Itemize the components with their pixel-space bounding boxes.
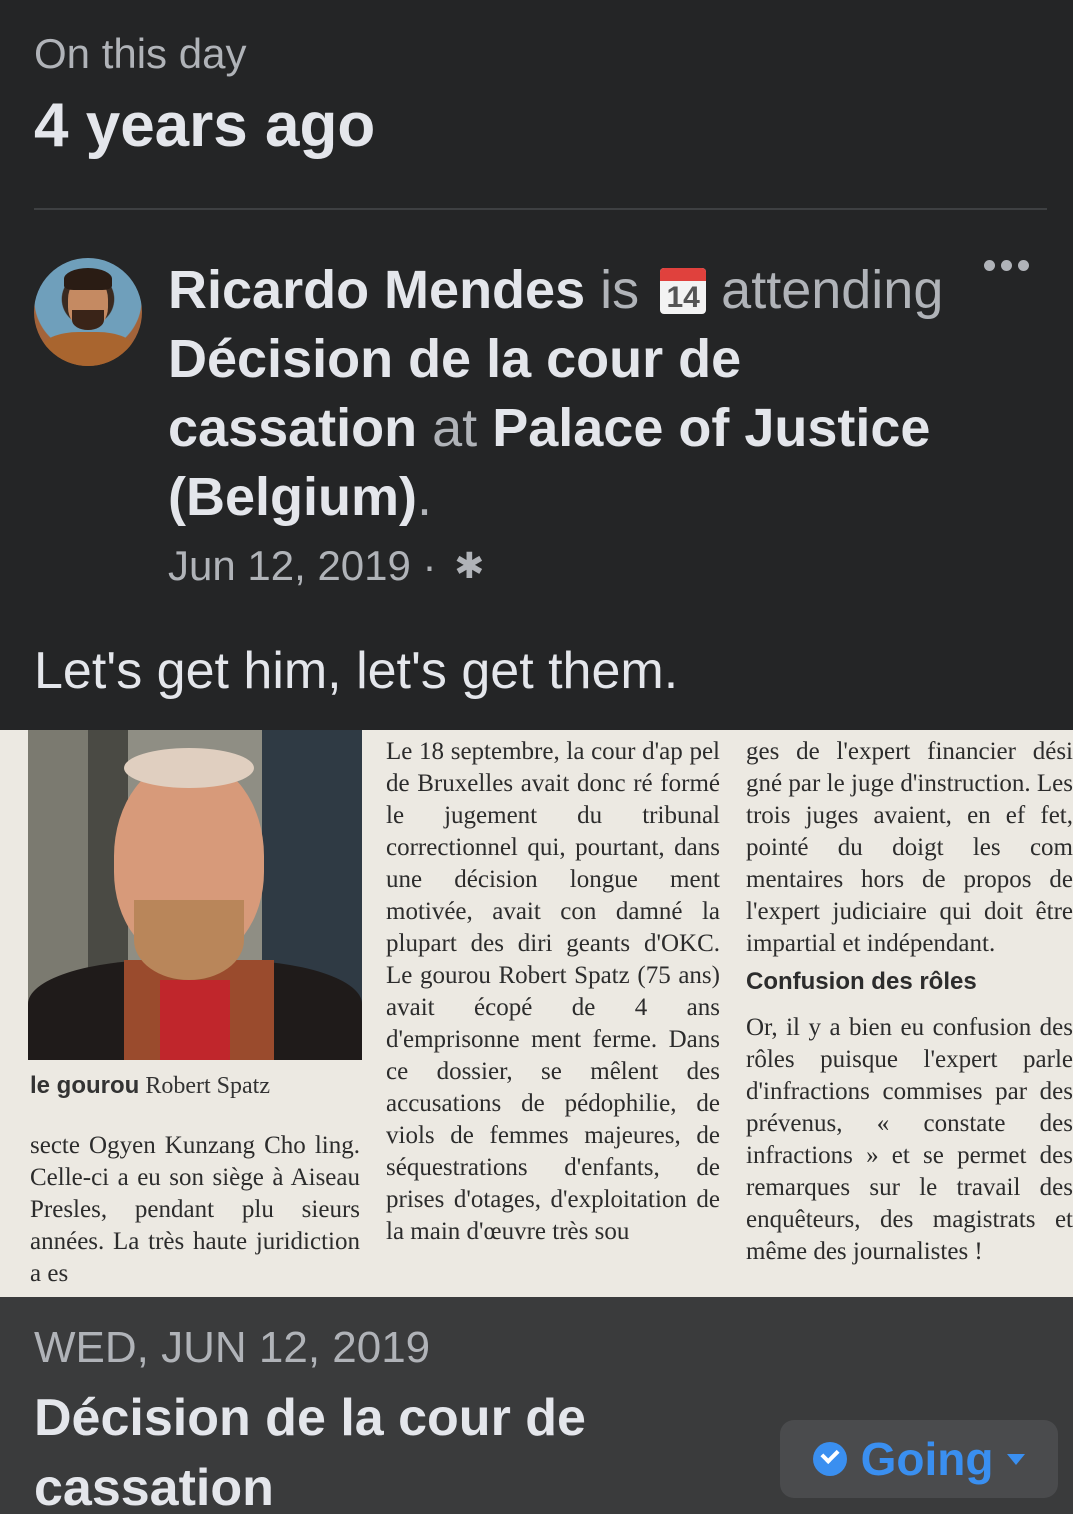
post-caption: Let's get him, let's get them. [34,642,679,700]
event-attachment[interactable]: WED, JUN 12, 2019 Décision de la cour de… [0,1297,1073,1514]
event-title[interactable]: Décision de la cour de cassation [34,1383,684,1514]
portrait-hair [124,748,254,788]
more-options-icon[interactable] [984,260,1029,271]
memories-header: On this day 4 years ago [34,28,1047,166]
more-dot [1018,260,1029,271]
divider [34,208,1047,210]
calendar-icon-number: 14 [666,281,700,314]
author-name-link[interactable]: Ricardo Mendes [168,260,585,320]
verb-is: is [600,260,640,320]
newspaper-photo[interactable]: le gourou Robert Spatz secte Ogyen Kunza… [0,730,1073,1297]
post-header: Ricardo Mendes is 14 attending Décision … [34,256,1047,596]
period: . [417,467,433,527]
portrait-tee [160,980,230,1060]
photo-caption: le gourou Robert Spatz [30,1072,270,1100]
more-dot [1001,260,1012,271]
photo-caption-text: Robert Spatz [145,1073,270,1099]
event-date: WED, JUN 12, 2019 [34,1323,431,1372]
going-button[interactable]: Going [780,1420,1058,1498]
calendar-icon-top [660,268,707,281]
gear-icon[interactable]: ✱ [454,538,484,594]
avatar-shirt [42,332,134,366]
chevron-down-icon [1007,1453,1026,1465]
years-ago-title: 4 years ago [34,91,376,160]
going-label: Going [860,1433,994,1485]
post-headline: Ricardo Mendes is 14 attending Décision … [168,256,958,532]
article-column-1-text: secte Ogyen Kunzang Cho ling. Celle-ci a… [30,1132,360,1287]
avatar-hair [64,268,112,290]
article-column-3-text-a: ges de l'expert financier dési gné par l… [746,738,1073,957]
photo-caption-bold: le gourou [30,1072,140,1099]
post-meta: Jun 12, 2019 · ✱ [168,538,484,594]
word-at: at [432,398,478,458]
article-column-2-text: Le 18 septembre, la cour d'ap pel de Bru… [386,738,720,1245]
more-dot [984,260,995,271]
check-circle-icon [812,1442,847,1476]
article-subheading: Confusion des rôles [746,968,977,995]
article-column-1: secte Ogyen Kunzang Cho ling. Celle-ci a… [30,1130,360,1290]
article-column-3: ges de l'expert financier dési gné par l… [746,736,1073,1268]
article-column-3-text-b: Or, il y a bien eu confusion des rôles p… [746,1014,1073,1265]
portrait-beard [134,900,244,980]
article-column-2: Le 18 septembre, la cour d'ap pel de Bru… [386,736,720,1248]
meta-separator: · [422,542,437,589]
portrait-photo [28,730,362,1060]
on-this-day-label: On this day [34,30,247,77]
avatar[interactable] [34,258,142,366]
avatar-beard [72,310,104,330]
post-date-link[interactable]: Jun 12, 2019 [168,542,411,589]
calendar-icon: 14 [660,268,707,314]
memory-card: On this day 4 years ago Ricardo Mendes i… [0,0,1073,1514]
verb-attending: attending [721,260,944,320]
